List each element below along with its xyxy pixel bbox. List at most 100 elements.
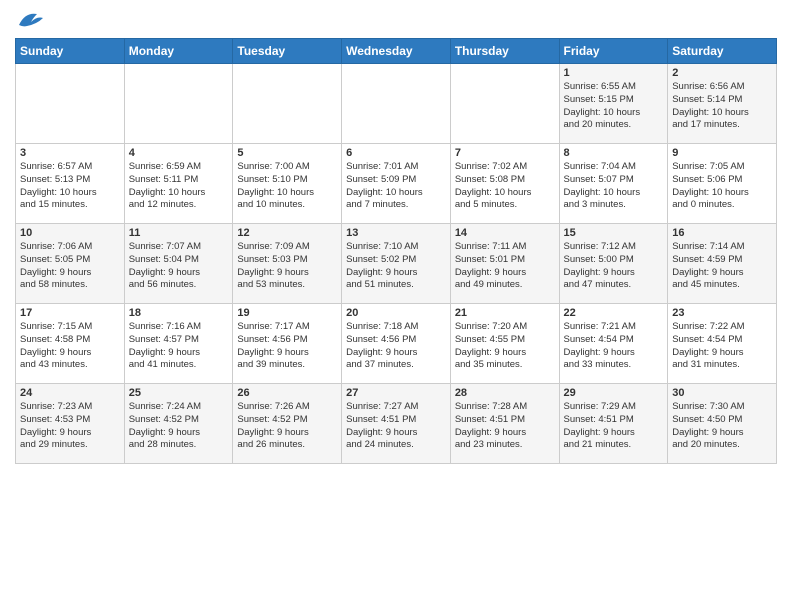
day-info: Sunrise: 7:02 AM Sunset: 5:08 PM Dayligh… xyxy=(455,161,555,212)
calendar-cell: 25 Sunrise: 7:24 AM Sunset: 4:52 PM Dayli… xyxy=(124,384,233,464)
calendar-cell: 3 Sunrise: 6:57 AM Sunset: 5:13 PM Daylig… xyxy=(16,144,125,224)
calendar-day-header: Wednesday xyxy=(342,39,451,64)
calendar-cell: 17Sunrise: 7:15 AM Sunset: 4:58 PM Dayli… xyxy=(16,304,125,384)
day-info: Sunrise: 7:21 AM Sunset: 4:54 PM Dayligh… xyxy=(564,321,664,372)
day-info: Sunrise: 7:27 AM Sunset: 4:51 PM Dayligh… xyxy=(346,401,446,452)
day-number: 12 xyxy=(237,227,337,239)
calendar-cell: 23Sunrise: 7:22 AM Sunset: 4:54 PM Dayli… xyxy=(668,304,777,384)
calendar-cell xyxy=(124,64,233,144)
calendar-cell: 19Sunrise: 7:17 AM Sunset: 4:56 PM Dayli… xyxy=(233,304,342,384)
calendar-day-header: Friday xyxy=(559,39,668,64)
calendar-cell: 11 Sunrise: 7:07 AM Sunset: 5:04 PM Dayli… xyxy=(124,224,233,304)
calendar-cell: 28Sunrise: 7:28 AM Sunset: 4:51 PM Dayli… xyxy=(450,384,559,464)
day-number: 19 xyxy=(237,307,337,319)
day-info: Sunrise: 6:57 AM Sunset: 5:13 PM Dayligh… xyxy=(20,161,120,212)
calendar-cell: 5 Sunrise: 7:00 AM Sunset: 5:10 PM Daylig… xyxy=(233,144,342,224)
page: SundayMondayTuesdayWednesdayThursdayFrid… xyxy=(0,0,792,479)
day-info: Sunrise: 7:14 AM Sunset: 4:59 PM Dayligh… xyxy=(672,241,772,292)
calendar-cell: 15 Sunrise: 7:12 AM Sunset: 5:00 PM Dayli… xyxy=(559,224,668,304)
calendar-day-header: Saturday xyxy=(668,39,777,64)
day-info: Sunrise: 6:55 AM Sunset: 5:15 PM Dayligh… xyxy=(564,81,664,132)
day-number: 10 xyxy=(20,227,120,239)
day-info: Sunrise: 7:05 AM Sunset: 5:06 PM Dayligh… xyxy=(672,161,772,212)
day-number: 13 xyxy=(346,227,446,239)
day-info: Sunrise: 7:15 AM Sunset: 4:58 PM Dayligh… xyxy=(20,321,120,372)
day-number: 21 xyxy=(455,307,555,319)
calendar-cell: 20 Sunrise: 7:18 AM Sunset: 4:56 PM Dayli… xyxy=(342,304,451,384)
day-number: 30 xyxy=(672,387,772,399)
day-number: 29 xyxy=(564,387,664,399)
calendar-cell: 24 Sunrise: 7:23 AM Sunset: 4:53 PM Dayli… xyxy=(16,384,125,464)
day-number: 4 xyxy=(129,147,229,159)
day-number: 1 xyxy=(564,67,664,79)
calendar-table: SundayMondayTuesdayWednesdayThursdayFrid… xyxy=(15,38,777,464)
calendar-cell: 22 Sunrise: 7:21 AM Sunset: 4:54 PM Dayli… xyxy=(559,304,668,384)
calendar-cell: 6 Sunrise: 7:01 AM Sunset: 5:09 PM Daylig… xyxy=(342,144,451,224)
calendar-cell: 18 Sunrise: 7:16 AM Sunset: 4:57 PM Dayli… xyxy=(124,304,233,384)
day-info: Sunrise: 7:01 AM Sunset: 5:09 PM Dayligh… xyxy=(346,161,446,212)
day-info: Sunrise: 7:26 AM Sunset: 4:52 PM Dayligh… xyxy=(237,401,337,452)
day-info: Sunrise: 7:00 AM Sunset: 5:10 PM Dayligh… xyxy=(237,161,337,212)
day-number: 26 xyxy=(237,387,337,399)
day-number: 28 xyxy=(455,387,555,399)
calendar-cell xyxy=(342,64,451,144)
calendar-week-row: 17Sunrise: 7:15 AM Sunset: 4:58 PM Dayli… xyxy=(16,304,777,384)
calendar-cell: 13 Sunrise: 7:10 AM Sunset: 5:02 PM Dayli… xyxy=(342,224,451,304)
day-number: 18 xyxy=(129,307,229,319)
day-number: 27 xyxy=(346,387,446,399)
header xyxy=(15,10,777,30)
day-number: 14 xyxy=(455,227,555,239)
day-info: Sunrise: 7:20 AM Sunset: 4:55 PM Dayligh… xyxy=(455,321,555,372)
calendar-cell: 26 Sunrise: 7:26 AM Sunset: 4:52 PM Dayli… xyxy=(233,384,342,464)
day-number: 9 xyxy=(672,147,772,159)
day-info: Sunrise: 6:59 AM Sunset: 5:11 PM Dayligh… xyxy=(129,161,229,212)
day-number: 3 xyxy=(20,147,120,159)
day-info: Sunrise: 7:06 AM Sunset: 5:05 PM Dayligh… xyxy=(20,241,120,292)
calendar-header-row: SundayMondayTuesdayWednesdayThursdayFrid… xyxy=(16,39,777,64)
calendar-cell: 2Sunrise: 6:56 AM Sunset: 5:14 PM Daylig… xyxy=(668,64,777,144)
day-info: Sunrise: 7:16 AM Sunset: 4:57 PM Dayligh… xyxy=(129,321,229,372)
day-number: 24 xyxy=(20,387,120,399)
calendar-cell: 29 Sunrise: 7:29 AM Sunset: 4:51 PM Dayli… xyxy=(559,384,668,464)
day-number: 11 xyxy=(129,227,229,239)
day-info: Sunrise: 7:23 AM Sunset: 4:53 PM Dayligh… xyxy=(20,401,120,452)
day-number: 5 xyxy=(237,147,337,159)
day-number: 20 xyxy=(346,307,446,319)
day-info: Sunrise: 7:07 AM Sunset: 5:04 PM Dayligh… xyxy=(129,241,229,292)
day-number: 2 xyxy=(672,67,772,79)
logo-text xyxy=(15,10,45,30)
day-number: 23 xyxy=(672,307,772,319)
calendar-day-header: Tuesday xyxy=(233,39,342,64)
day-number: 15 xyxy=(564,227,664,239)
calendar-cell: 30 Sunrise: 7:30 AM Sunset: 4:50 PM Dayli… xyxy=(668,384,777,464)
calendar-day-header: Monday xyxy=(124,39,233,64)
calendar-week-row: 10 Sunrise: 7:06 AM Sunset: 5:05 PM Dayli… xyxy=(16,224,777,304)
calendar-cell: 14 Sunrise: 7:11 AM Sunset: 5:01 PM Dayli… xyxy=(450,224,559,304)
day-info: Sunrise: 7:04 AM Sunset: 5:07 PM Dayligh… xyxy=(564,161,664,212)
day-number: 6 xyxy=(346,147,446,159)
day-info: Sunrise: 7:12 AM Sunset: 5:00 PM Dayligh… xyxy=(564,241,664,292)
calendar-day-header: Thursday xyxy=(450,39,559,64)
day-info: Sunrise: 7:10 AM Sunset: 5:02 PM Dayligh… xyxy=(346,241,446,292)
calendar-cell: 27 Sunrise: 7:27 AM Sunset: 4:51 PM Dayli… xyxy=(342,384,451,464)
logo xyxy=(15,10,45,30)
calendar-cell xyxy=(450,64,559,144)
calendar-cell xyxy=(233,64,342,144)
calendar-day-header: Sunday xyxy=(16,39,125,64)
day-info: Sunrise: 7:24 AM Sunset: 4:52 PM Dayligh… xyxy=(129,401,229,452)
day-number: 25 xyxy=(129,387,229,399)
calendar-cell: 7 Sunrise: 7:02 AM Sunset: 5:08 PM Daylig… xyxy=(450,144,559,224)
calendar-cell: 16 Sunrise: 7:14 AM Sunset: 4:59 PM Dayli… xyxy=(668,224,777,304)
day-number: 22 xyxy=(564,307,664,319)
day-number: 7 xyxy=(455,147,555,159)
day-info: Sunrise: 7:29 AM Sunset: 4:51 PM Dayligh… xyxy=(564,401,664,452)
day-number: 16 xyxy=(672,227,772,239)
calendar-cell: 12 Sunrise: 7:09 AM Sunset: 5:03 PM Dayli… xyxy=(233,224,342,304)
day-info: Sunrise: 7:11 AM Sunset: 5:01 PM Dayligh… xyxy=(455,241,555,292)
calendar-cell: 10 Sunrise: 7:06 AM Sunset: 5:05 PM Dayli… xyxy=(16,224,125,304)
day-info: Sunrise: 7:30 AM Sunset: 4:50 PM Dayligh… xyxy=(672,401,772,452)
day-info: Sunrise: 7:18 AM Sunset: 4:56 PM Dayligh… xyxy=(346,321,446,372)
calendar-week-row: 24 Sunrise: 7:23 AM Sunset: 4:53 PM Dayli… xyxy=(16,384,777,464)
day-number: 8 xyxy=(564,147,664,159)
day-info: Sunrise: 7:09 AM Sunset: 5:03 PM Dayligh… xyxy=(237,241,337,292)
